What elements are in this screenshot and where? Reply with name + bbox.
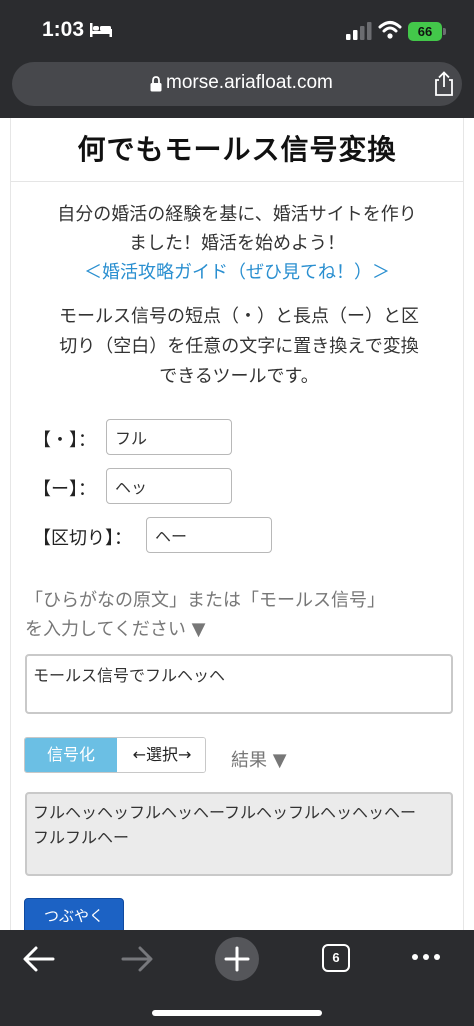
sleep-focus-icon xyxy=(90,23,112,37)
new-tab-button[interactable] xyxy=(215,937,259,981)
dash-input[interactable] xyxy=(106,468,232,504)
intro-line-1: 自分の婚活の経験を基に、婚活サイトを作り xyxy=(57,204,417,225)
more-options-icon[interactable] xyxy=(410,946,442,968)
share-icon[interactable] xyxy=(432,71,456,97)
prompt-line-2: を入力してください ▼ xyxy=(25,619,206,640)
home-indicator xyxy=(152,1010,322,1016)
desc-line-2: 切り（空白）を任意の文字に置き換えで変換 xyxy=(59,336,419,357)
tab-count: 6 xyxy=(332,950,340,965)
address-bar[interactable]: morse.ariafloat.com xyxy=(12,62,462,106)
result-line-1: フルヘッヘッフルヘッヘーフルヘッフルヘッヘッヘー xyxy=(33,803,417,822)
mode-toggle: 信号化 ←選択→ xyxy=(24,737,206,773)
tweet-button[interactable]: つぶやく xyxy=(24,898,124,930)
forward-arrow-icon[interactable] xyxy=(120,944,154,974)
tool-description: モールス信号の短点（・）と長点（ー）と区 切り（空白）を任意の文字に置き換えで変… xyxy=(27,302,451,392)
wifi-icon xyxy=(378,21,402,39)
result-line-2: フルフルヘー xyxy=(33,828,130,847)
dot-label: 【・】： xyxy=(33,430,96,451)
battery-level: 66 xyxy=(417,24,433,39)
guide-link[interactable]: ＜婚活攻略ガイド（ぜひ見てね！）＞ xyxy=(11,258,463,287)
input-prompt: 「ひらがなの原文」または「モールス信号」 を入力してください ▼ xyxy=(25,586,465,644)
url-text: morse.ariafloat.com xyxy=(166,72,333,93)
desc-line-1: モールス信号の短点（・）と長点（ー）と区 xyxy=(59,306,419,327)
title-header: 何でもモールス信号変換 xyxy=(11,118,463,182)
browser-top-bar: morse.ariafloat.com xyxy=(0,62,474,118)
tab-switcher-button[interactable]: 6 xyxy=(322,944,350,972)
intro-text: 自分の婚活の経験を基に、婚活サイトを作り ました！婚活を始めよう！ ＜婚活攻略ガ… xyxy=(11,200,463,287)
intro-line-2: ました！婚活を始めよう！ xyxy=(129,233,345,254)
prompt-line-1: 「ひらがなの原文」または「モールス信号」 xyxy=(25,590,385,611)
cellular-signal-icon xyxy=(346,22,372,40)
battery-terminal xyxy=(443,28,446,35)
battery-indicator: 66 xyxy=(408,22,442,41)
dot-input[interactable] xyxy=(106,419,232,455)
browser-toolbar: 6 xyxy=(0,930,474,1026)
result-output[interactable]: フルヘッヘッフルヘッヘーフルヘッフルヘッヘッヘー フルフルヘー xyxy=(25,792,453,876)
status-bar: 1:03 66 xyxy=(0,0,474,62)
back-arrow-icon[interactable] xyxy=(22,944,56,974)
plus-icon xyxy=(224,946,250,972)
select-toggle-button[interactable]: ←選択→ xyxy=(117,738,205,772)
dot-field-row: 【・】： xyxy=(33,419,263,455)
dash-label: 【ー】： xyxy=(33,479,96,500)
separator-label: 【区切り】： xyxy=(33,528,132,549)
page-title: 何でもモールス信号変換 xyxy=(77,133,397,166)
status-time: 1:03 xyxy=(42,18,85,41)
result-label: 結果 ▼ xyxy=(231,750,287,771)
web-page: 何でもモールス信号変換 自分の婚活の経験を基に、婚活サイトを作り ました！婚活を… xyxy=(0,118,474,930)
separator-field-row: 【区切り】： xyxy=(33,517,293,553)
encode-button[interactable]: 信号化 xyxy=(25,738,117,772)
lock-icon xyxy=(150,76,162,92)
page-container: 何でもモールス信号変換 自分の婚活の経験を基に、婚活サイトを作り ました！婚活を… xyxy=(10,118,464,930)
dash-field-row: 【ー】： xyxy=(33,468,263,504)
separator-input[interactable] xyxy=(146,517,272,553)
desc-line-3: できるツールです。 xyxy=(159,366,319,387)
source-text-input[interactable]: モールス信号でフルヘッヘ xyxy=(25,654,453,714)
